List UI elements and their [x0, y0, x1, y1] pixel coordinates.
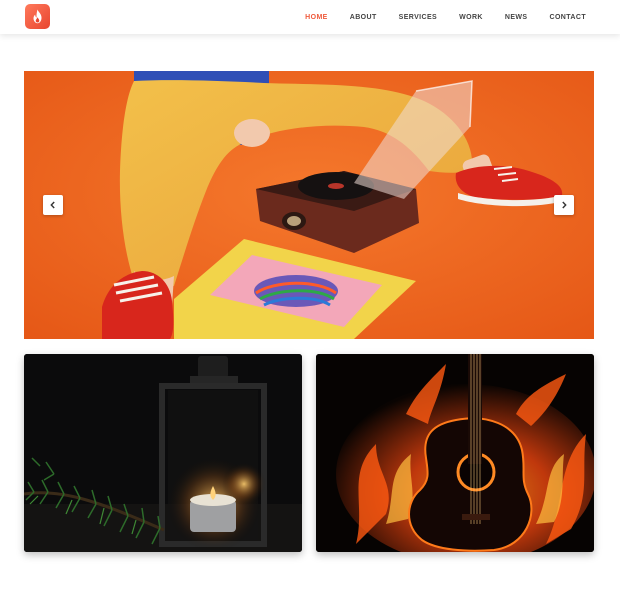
nav-about[interactable]: ABOUT — [350, 14, 377, 21]
chevron-left-icon — [50, 201, 55, 209]
slider-next-button[interactable] — [554, 195, 574, 215]
site-header: HOME ABOUT SERVICES WORK NEWS CONTACT — [0, 0, 620, 34]
gallery-card-lantern[interactable] — [24, 354, 302, 552]
nav-contact[interactable]: CONTACT — [550, 14, 587, 21]
guitar-fire-image — [316, 354, 594, 552]
hero-slider — [24, 71, 594, 339]
gallery-card-guitar[interactable] — [316, 354, 594, 552]
chevron-right-icon — [562, 201, 567, 209]
main-nav: HOME ABOUT SERVICES WORK NEWS CONTACT — [305, 0, 586, 34]
nav-news[interactable]: NEWS — [505, 14, 528, 21]
flame-icon — [33, 9, 42, 24]
hero-image — [24, 71, 594, 339]
brand-logo[interactable] — [25, 4, 50, 29]
lantern-image — [24, 354, 302, 552]
nav-work[interactable]: WORK — [459, 14, 483, 21]
slider-prev-button[interactable] — [43, 195, 63, 215]
nav-home[interactable]: HOME — [305, 14, 328, 21]
nav-services[interactable]: SERVICES — [399, 14, 437, 21]
